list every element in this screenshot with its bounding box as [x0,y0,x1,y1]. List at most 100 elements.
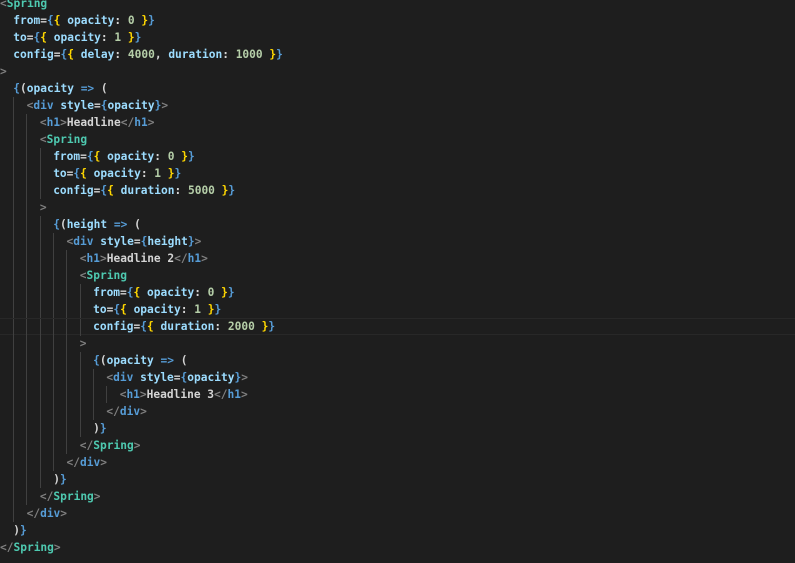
code-line[interactable]: </div> [0,454,795,471]
indent-guide [39,267,41,284]
code-token: > [133,439,141,452]
code-token: delay [80,48,115,61]
code-text: config={{ duration: 5000 }} [53,182,235,199]
code-token: > [100,456,107,469]
code-line[interactable]: config={{ delay: 4000, duration: 1000 }} [0,46,795,63]
code-token: = [120,286,127,299]
code-line[interactable]: from={{ opacity: 0 }} [0,284,795,301]
code-token: = [80,150,87,163]
indent-guide [13,369,14,386]
code-token: div [119,405,141,418]
code-line[interactable]: <h1>Headline</h1> [0,114,795,131]
indent-guide [79,301,81,318]
code-line[interactable]: to={{ opacity: 1 }} [0,301,795,318]
code-token: } [214,286,228,299]
code-line[interactable]: <Spring [0,131,795,148]
code-line[interactable]: <Spring [0,267,795,284]
code-line[interactable]: </div> [0,403,795,420]
code-token: config [53,184,94,197]
code-token: > [93,490,101,503]
code-line[interactable]: from={{ opacity: 0 }} [0,148,795,165]
code-token: 4000 [127,48,155,61]
code-text: config={{ duration: 2000 }} [93,319,275,334]
code-line[interactable]: > [0,199,795,216]
code-token: h1 [187,252,202,265]
code-line[interactable]: <div style={opacity}> [0,369,795,386]
code-line[interactable]: to={{ opacity: 1 }} [0,165,795,182]
indent-guide [66,267,68,284]
code-token: = [133,235,141,248]
code-line[interactable]: )} [0,522,795,539]
indent-guide [79,284,81,301]
code-text: config={{ delay: 4000, duration: 1000 }} [13,46,283,63]
code-line[interactable]: </Spring> [0,488,795,505]
code-token: Headline 3 [146,388,215,401]
code-token: Spring [53,490,94,503]
code-token: opacity [187,371,235,384]
indent-guide [13,284,14,301]
indent-guide [26,488,28,505]
code-line[interactable]: {(height => ( [0,216,795,233]
code-line[interactable]: <div style={opacity}> [0,97,795,114]
code-line[interactable]: <h1>Headline 2</h1> [0,250,795,267]
code-token: } [276,48,283,61]
code-line[interactable]: )} [0,420,795,437]
indent-guide [39,284,41,301]
code-line[interactable]: to={{ opacity: 1 }} [0,29,795,46]
code-line[interactable]: <h1>Headline 3</h1> [0,386,795,403]
code-token: < [79,252,87,265]
indent-guide [66,437,68,454]
indent-guide [52,352,54,369]
indent-guide [52,369,54,386]
code-line[interactable]: {(opacity => ( [0,80,795,97]
indent-guide [39,386,41,403]
indent-guide [79,386,81,403]
code-text: )} [53,471,67,488]
code-token: opacity [93,167,141,180]
code-token: } [200,303,215,316]
code-token: } [254,320,269,333]
code-line[interactable]: </Spring> [0,437,795,454]
code-token: } [214,303,222,316]
code-token: </ [120,116,135,129]
code-token: from [53,150,81,163]
code-line[interactable]: </Spring> [0,539,795,556]
indent-guide [13,319,14,336]
code-token: h1 [86,252,101,265]
code-line[interactable]: <div style={height}> [0,233,795,250]
indent-guide [66,250,68,267]
code-token: : [194,286,208,299]
indent-guide [79,403,81,420]
indent-guide [13,420,14,437]
code-line[interactable]: config={{ duration: 5000 }} [0,182,795,199]
code-token: => [107,218,135,231]
code-token: style [100,235,134,248]
code-line[interactable]: from={{ opacity: 0 }} [0,12,795,29]
indent-guide [26,301,28,318]
code-line[interactable]: config={{ duration: 2000 }} [0,318,795,336]
code-token: ( [99,354,107,367]
code-text: </Spring> [0,539,61,556]
code-token: < [39,116,47,129]
indent-guide [13,199,14,216]
code-line[interactable]: )} [0,471,795,488]
indent-guide [39,369,41,386]
code-token: duration [168,48,223,61]
code-line[interactable]: > [0,335,795,352]
code-line[interactable]: > [0,63,795,80]
indent-guide [13,335,14,352]
code-token: > [60,116,67,129]
code-text: {(height => ( [53,216,141,233]
code-token: opacity [106,354,154,367]
code-line[interactable]: </div> [0,505,795,522]
code-editor[interactable]: <Spring from={{ opacity: 0 }} to={{ opacit… [0,0,795,563]
code-text: > [40,199,47,216]
indent-guide [52,335,54,352]
code-token: 2000 [227,320,255,333]
code-text: <h1>Headline</h1> [40,114,155,131]
code-token: , [154,48,169,61]
code-text: > [0,63,7,80]
indent-guide [66,369,68,386]
code-line[interactable]: <Spring [0,0,795,12]
code-line[interactable]: {(opacity => ( [0,352,795,369]
